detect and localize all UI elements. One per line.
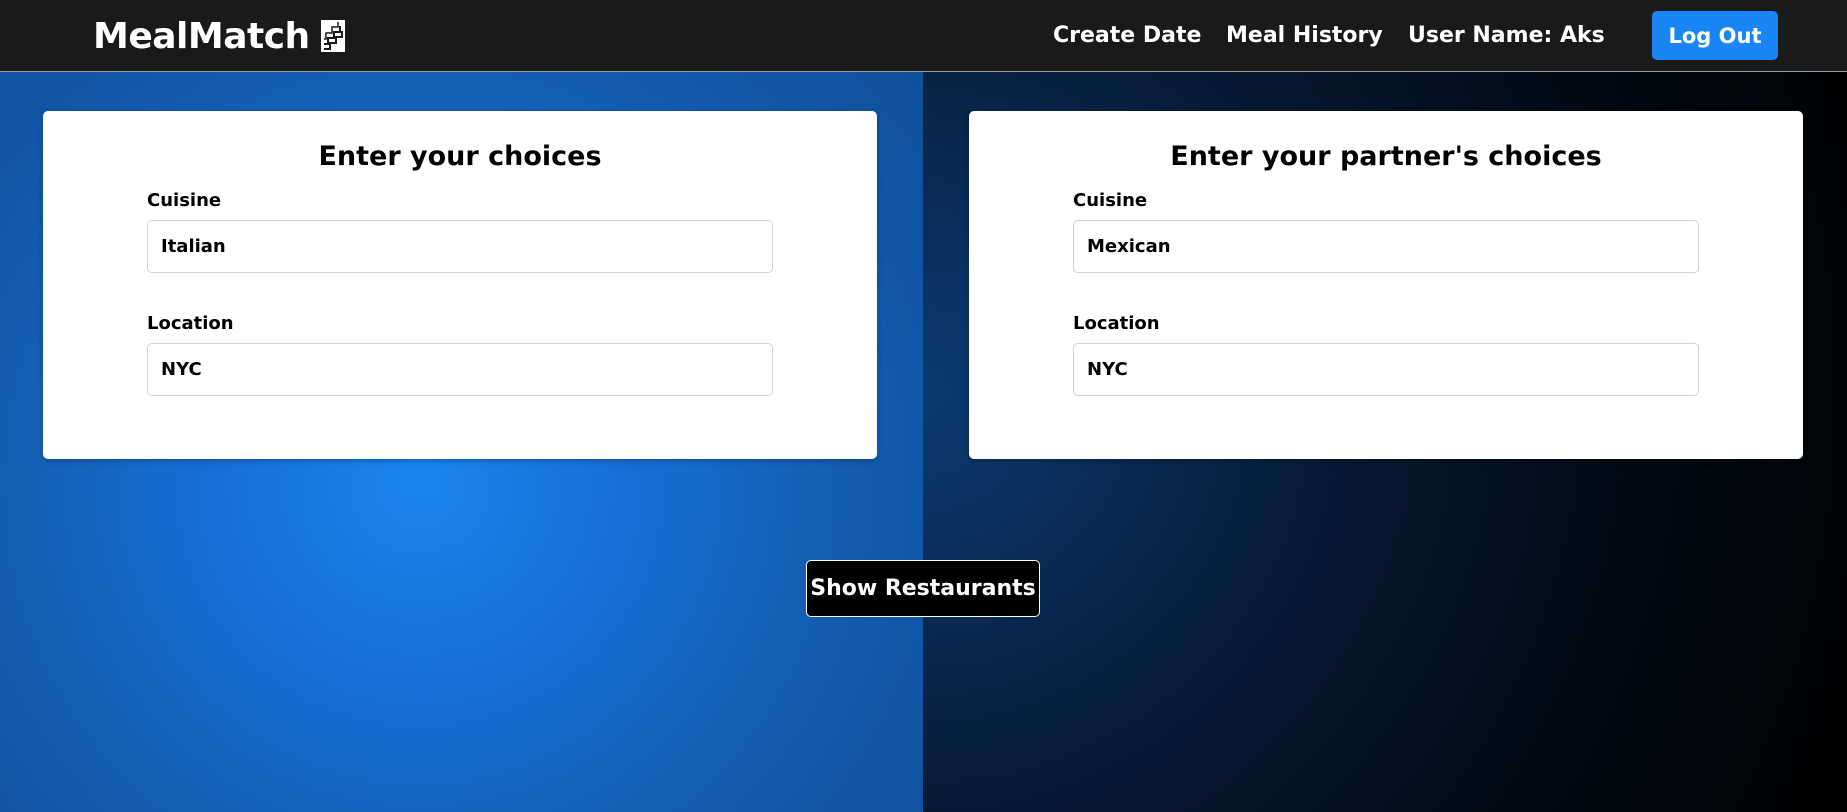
your-choices-title: Enter your choices: [318, 141, 602, 172]
your-location-label: Location: [147, 313, 234, 334]
nav-meal-history-link[interactable]: Meal History: [1226, 23, 1383, 48]
partner-choices-title: Enter your partner's choices: [1170, 141, 1602, 172]
brand-logo[interactable]: MealMatch: [93, 10, 346, 62]
show-restaurants-button[interactable]: Show Restaurants: [806, 560, 1040, 617]
nav-user-name: User Name: Aks: [1408, 23, 1605, 48]
partner-cuisine-input[interactable]: [1073, 220, 1699, 273]
partner-choices-card: Enter your partner's choices Cuisine Loc…: [969, 111, 1803, 459]
stairs-logo-icon: [320, 20, 345, 52]
your-cuisine-label: Cuisine: [147, 190, 222, 211]
partner-location-input[interactable]: [1073, 343, 1699, 396]
partner-cuisine-label: Cuisine: [1073, 190, 1148, 211]
top-navbar: MealMatch Create Date Meal History User …: [0, 0, 1847, 72]
nav-create-date-link[interactable]: Create Date: [1053, 23, 1201, 48]
logout-button[interactable]: Log Out: [1652, 11, 1778, 60]
brand-name: MealMatch: [93, 15, 310, 57]
your-cuisine-input[interactable]: [147, 220, 773, 273]
partner-location-label: Location: [1073, 313, 1160, 334]
your-choices-card: Enter your choices Cuisine Location: [43, 111, 877, 459]
your-location-input[interactable]: [147, 343, 773, 396]
